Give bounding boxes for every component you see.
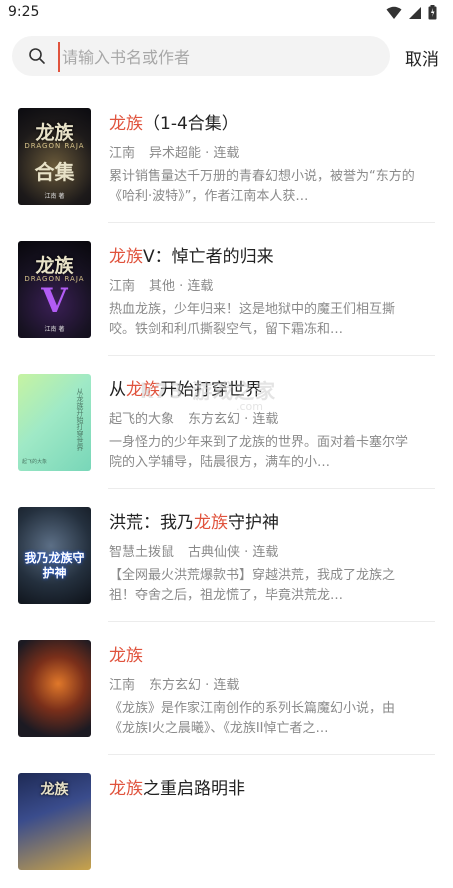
book-item[interactable]: 龙族 DRAGON RAJA V 江南 著 龙族V：悼亡者的归来 江南 其他 · … bbox=[0, 223, 453, 356]
battery-icon bbox=[428, 5, 437, 20]
cover-label: 合集 bbox=[34, 160, 75, 184]
book-category: 其他 · 连载 bbox=[149, 279, 214, 294]
book-item[interactable]: 龙族 江南 东方玄幻 · 连载 《龙族》是作家江南创作的系列长篇魔幻小说，由《龙族… bbox=[0, 622, 453, 755]
book-meta: 江南 东方玄幻 · 连载 bbox=[109, 674, 239, 693]
title-highlight: 龙族 bbox=[109, 646, 143, 666]
book-title[interactable]: 龙族 bbox=[109, 641, 143, 666]
book-cover[interactable]: 龙族 bbox=[18, 773, 91, 870]
book-author: 江南 bbox=[109, 678, 136, 693]
book-description: 累计销售量达千万册的青春幻想小说，被誉为“东方的《哈利·波特》”，作者江南本人获… bbox=[109, 169, 415, 204]
search-bar: 取消 bbox=[12, 36, 453, 78]
book-cover[interactable]: 龙族 DRAGON RAJA V 江南 著 bbox=[18, 241, 91, 338]
book-item[interactable]: 我乃龙族守护神 洪荒：我乃龙族守护神 智慧土拨鼠 古典仙侠 · 连载 【全网最火洪… bbox=[0, 489, 453, 622]
book-list: 龙族 DRAGON RAJA 合集 江南 著 龙族（1-4合集） 江南 异术超能 … bbox=[0, 90, 453, 888]
book-author: 江南 bbox=[109, 279, 136, 294]
title-highlight: 龙族 bbox=[194, 513, 228, 533]
book-meta: 江南 其他 · 连载 bbox=[109, 275, 213, 294]
search-box[interactable] bbox=[12, 36, 390, 76]
search-input[interactable] bbox=[58, 42, 374, 72]
cover-subtitle: DRAGON RAJA bbox=[24, 142, 85, 150]
book-meta: 起飞的大象 东方玄幻 · 连载 bbox=[109, 408, 278, 427]
book-title[interactable]: 龙族（1-4合集） bbox=[109, 109, 239, 134]
cover-title: 龙族 bbox=[35, 255, 74, 277]
book-author: 江南 bbox=[109, 146, 136, 161]
book-description: 【全网最火洪荒爆款书】穿越洪荒，我成了龙族之祖！夺舍之后，祖龙慌了，毕竟洪荒龙… bbox=[109, 568, 396, 603]
signal-icon bbox=[409, 6, 421, 19]
status-bar: 9:25 bbox=[0, 0, 453, 28]
book-item[interactable]: 从龙族开始打穿世界 起飞的大象 从龙族开始打穿世界 起飞的大象 东方玄幻 · 连载… bbox=[0, 356, 453, 489]
book-title[interactable]: 龙族之重启路明非 bbox=[109, 774, 245, 799]
title-prefix: 从 bbox=[109, 380, 126, 400]
title-rest: 守护神 bbox=[228, 513, 279, 533]
book-category: 异术超能 · 连载 bbox=[149, 146, 240, 161]
book-cover[interactable]: 龙族 DRAGON RAJA 合集 江南 著 bbox=[18, 108, 91, 205]
title-rest: （1-4合集） bbox=[143, 114, 239, 134]
cover-author: 江南 著 bbox=[44, 326, 65, 333]
status-time: 9:25 bbox=[8, 4, 40, 20]
book-item[interactable]: 龙族 DRAGON RAJA 合集 江南 著 龙族（1-4合集） 江南 异术超能 … bbox=[0, 90, 453, 223]
book-author: 起飞的大象 bbox=[109, 412, 175, 427]
book-cover[interactable]: 从龙族开始打穿世界 起飞的大象 bbox=[18, 374, 91, 471]
book-category: 东方玄幻 · 连载 bbox=[149, 678, 240, 693]
title-highlight: 龙族 bbox=[126, 380, 160, 400]
book-title[interactable]: 洪荒：我乃龙族守护神 bbox=[109, 508, 279, 533]
book-meta: 江南 异术超能 · 连载 bbox=[109, 142, 239, 161]
status-icons bbox=[386, 5, 437, 20]
book-category: 古典仙侠 · 连载 bbox=[188, 545, 279, 560]
cover-title: 我乃龙族守护神 bbox=[24, 551, 85, 580]
cover-title: 龙族 bbox=[35, 122, 74, 144]
cover-author: 江南 著 bbox=[44, 193, 65, 200]
title-highlight: 龙族 bbox=[109, 779, 143, 799]
title-prefix: 洪荒：我乃 bbox=[109, 513, 194, 533]
cancel-button[interactable]: 取消 bbox=[405, 45, 439, 70]
title-rest: 之重启路明非 bbox=[143, 779, 245, 799]
title-rest: V：悼亡者的归来 bbox=[143, 247, 274, 267]
book-title[interactable]: 从龙族开始打穿世界 bbox=[109, 375, 262, 400]
title-highlight: 龙族 bbox=[109, 247, 143, 267]
cover-author: 起飞的大象 bbox=[22, 459, 48, 465]
book-meta: 智慧土拨鼠 古典仙侠 · 连载 bbox=[109, 541, 278, 560]
book-author: 智慧土拨鼠 bbox=[109, 545, 175, 560]
book-description: 《龙族》是作家江南创作的系列长篇魔幻小说，由《龙族I火之晨曦》、《龙族II悼亡者… bbox=[109, 701, 396, 736]
book-cover[interactable]: 我乃龙族守护神 bbox=[18, 507, 91, 604]
book-description: 一身怪力的少年来到了龙族的世界。面对着卡塞尔学院的入学辅导，陆晨很方，满车的小… bbox=[109, 435, 409, 470]
book-description: 热血龙族，少年归来！这是地狱中的魔王们相互撕咬。铁剑和利爪撕裂空气，留下霜冻和… bbox=[109, 302, 396, 337]
cover-label: V bbox=[41, 281, 68, 321]
wifi-icon bbox=[386, 6, 402, 19]
book-cover[interactable] bbox=[18, 640, 91, 737]
book-title[interactable]: 龙族V：悼亡者的归来 bbox=[109, 242, 274, 267]
cover-title: 从龙族开始打穿世界 bbox=[76, 388, 84, 451]
book-category: 东方玄幻 · 连载 bbox=[188, 412, 279, 427]
book-item[interactable]: 龙族 龙族之重启路明非 bbox=[0, 755, 453, 888]
title-rest: 开始打穿世界 bbox=[160, 380, 262, 400]
title-highlight: 龙族 bbox=[109, 114, 143, 134]
cover-title: 龙族 bbox=[40, 782, 69, 798]
search-icon bbox=[29, 48, 45, 64]
